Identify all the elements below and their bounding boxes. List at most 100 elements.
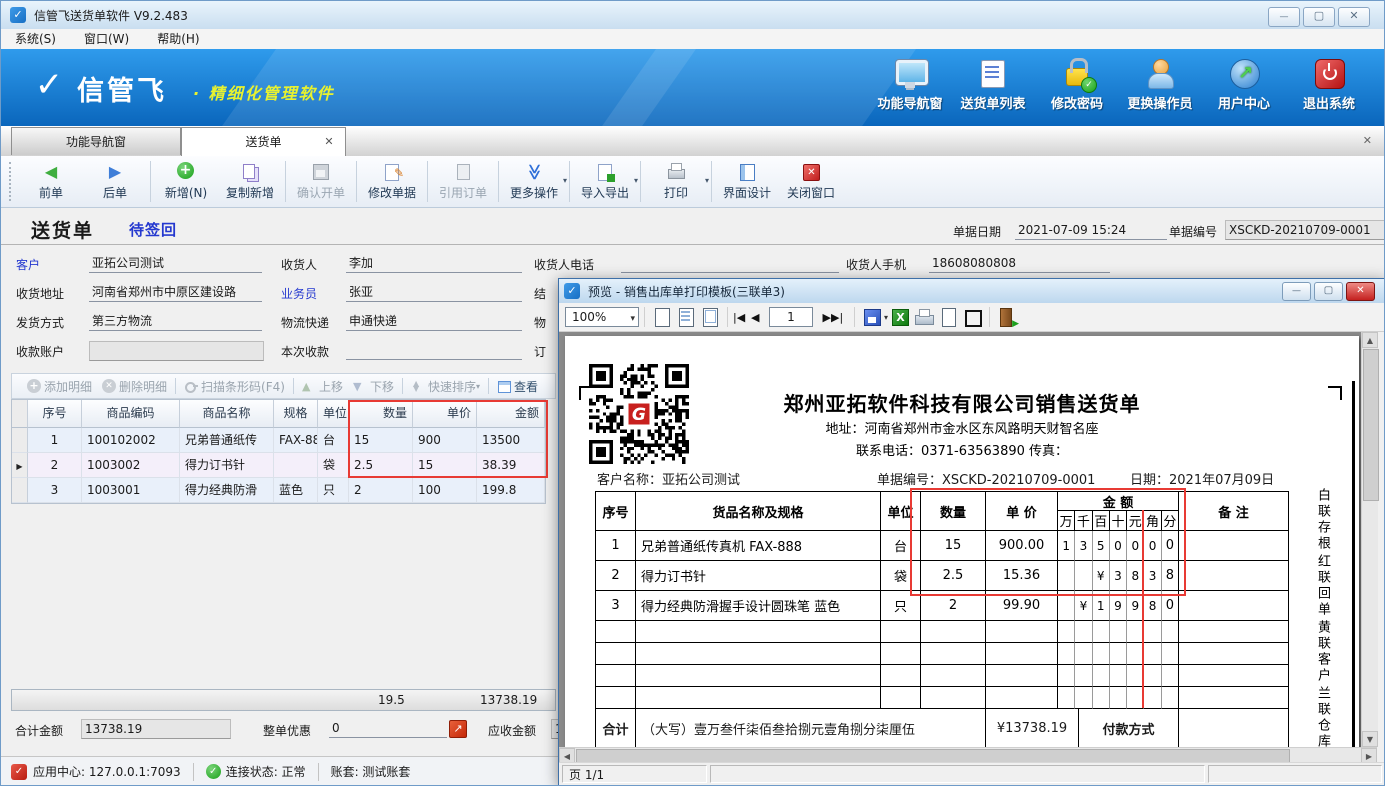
dropdown-arrow-icon[interactable] [563,176,567,185]
col-amount[interactable]: 金额 [477,400,545,428]
banner-action-change-password[interactable]: 修改密码 [1034,58,1120,118]
copy-new-button[interactable]: 复制新增 [218,156,282,207]
tab-close-icon[interactable] [323,136,335,148]
menu-window[interactable]: 窗口(W) [70,29,143,49]
pv-col-price: 单 价 [986,492,1058,531]
preview-horizontal-scrollbar[interactable]: ◀ ▶ [559,747,1377,763]
lock-icon [1060,58,1094,90]
scroll-up-icon[interactable]: ▲ [1362,332,1378,348]
add-icon [27,379,41,393]
whole-page-button[interactable] [651,306,673,328]
app-window: 信管飞送货单软件 V9.2.483 系统(S) 窗口(W) 帮助(H) 信管飞 … [0,0,1385,786]
banner-action-exit[interactable]: 退出系统 [1286,58,1372,118]
pv-payment-label: 付款方式 [1079,709,1179,747]
menu-help[interactable]: 帮助(H) [143,29,213,49]
brand-logo-icon [29,65,69,105]
col-qty[interactable]: 数量 [349,400,413,428]
col-unit[interactable]: 单位 [318,400,349,428]
margins-icon[interactable] [961,306,983,328]
print-button[interactable]: 打印 [644,156,708,207]
page-width-button[interactable] [675,306,697,328]
tabstrip-close-icon[interactable] [1363,134,1372,147]
actual-size-button[interactable] [699,306,721,328]
table-row[interactable]: 1 100102002 兄弟普通纸传 FAX-888 台 15 900 1350… [12,428,545,453]
receiver-tel-field[interactable] [621,254,839,273]
scrollbar-thumb[interactable] [1363,349,1379,501]
payment-label: 本次收款 [281,343,329,361]
table-row-current[interactable]: 2 1003002 得力订书针 袋 2.5 15 38.39 [12,453,545,478]
barcode-scanner-icon [184,379,198,393]
col-price[interactable]: 单价 [413,400,477,428]
next-page-button[interactable]: ▶ [813,311,831,324]
bill-date-field[interactable]: 2021-07-09 15:24 [1015,221,1167,240]
salesman-field[interactable]: 张亚 [346,283,522,302]
tab-delivery-order[interactable]: 送货单 [181,127,346,157]
banner-action-user-center[interactable]: 用户中心 [1201,58,1287,118]
receiver-mobile-field[interactable]: 18608080808 [929,254,1110,273]
banner-action-delivery-list[interactable]: 送货单列表 [950,58,1036,118]
status-panel [1208,765,1382,783]
exit-preview-icon[interactable] [996,306,1018,328]
first-page-button[interactable]: |◀ [733,311,751,324]
maximize-button[interactable] [1303,7,1335,27]
save-icon[interactable] [861,306,883,328]
page-setup-icon[interactable] [937,306,959,328]
modify-bill-button[interactable]: 修改单据 [360,156,424,207]
power-icon [1312,58,1346,90]
close-window-button[interactable]: 关闭窗口 [779,156,843,207]
discount-field[interactable]: 0 [329,719,447,738]
customer-field[interactable]: 亚拓公司测试 [89,254,262,273]
col-no[interactable]: 序号 [28,400,82,428]
dropdown-arrow-icon[interactable] [705,176,709,185]
ship-method-field[interactable]: 第三方物流 [89,312,262,331]
preview-restore-button[interactable] [1314,282,1343,301]
view-product-button[interactable]: 查看 [497,378,538,395]
import-export-button[interactable]: 导入导出 [573,156,637,207]
minimize-button[interactable] [1268,7,1300,27]
col-spec[interactable]: 规格 [274,400,318,428]
prev-page-button[interactable]: ◀ [751,311,769,324]
table-row[interactable]: 3 1003001 得力经典防滑 蓝色 只 2 100 199.8 [12,478,545,503]
banner-action-nav[interactable]: 功能导航窗 [867,58,953,118]
preview-total-row: 合计 （大写）壹万叁仟柒佰叁拾捌元壹角捌分柒厘伍 ¥13738.19 付款方式 [596,709,1288,747]
new-bill-button[interactable]: 新增(N) [154,156,218,207]
copy-label-white: 白联存根 [1313,488,1332,552]
preview-vertical-scrollbar[interactable]: ▲ ▼ [1361,332,1378,747]
col-code[interactable]: 商品编码 [82,400,180,428]
pv-col-no: 序号 [596,492,636,531]
address-field[interactable]: 河南省郑州市中原区建设路 [89,283,262,302]
preview-company-title: 郑州亚拓软件科技有限公司销售送货单 [565,388,1359,417]
scroll-down-icon[interactable]: ▼ [1362,731,1378,747]
banner-action-switch-operator[interactable]: 更换操作员 [1117,58,1203,118]
move-down-button: 下移 [353,378,394,395]
printer-icon[interactable] [913,306,935,328]
receiver-field[interactable]: 李加 [346,254,522,273]
close-button[interactable] [1338,7,1370,27]
payment-field[interactable] [346,341,522,360]
dropdown-arrow-icon[interactable]: ▾ [884,313,888,322]
next-bill-button[interactable]: 后单 [83,156,147,207]
bill-no-label: 单据编号 [1169,223,1217,241]
remove-icon [102,379,116,393]
preview-minimize-button[interactable] [1282,282,1311,301]
ui-design-button[interactable]: 界面设计 [715,156,779,207]
preview-close-button[interactable] [1346,282,1375,301]
tab-nav-window[interactable]: 功能导航窗 [11,127,181,155]
last-page-button[interactable]: ▶| [831,311,849,324]
col-name[interactable]: 商品名称 [180,400,274,428]
tab-strip: 功能导航窗 送货单 [1,126,1384,157]
prev-bill-button[interactable]: 前单 [19,156,83,207]
preview-status-bar: 页 1/1 [559,762,1385,785]
zoom-select[interactable]: 100% [565,307,639,327]
logistics-field[interactable]: 申通快递 [346,312,522,331]
page-number-field[interactable]: 1 [769,307,813,327]
discount-action-icon[interactable] [449,720,467,738]
brand-name: 信管飞 [77,69,167,108]
more-operations-button[interactable]: 更多操作 [502,156,566,207]
dropdown-arrow-icon[interactable] [634,176,638,185]
add-icon [176,162,196,182]
status-panel [710,765,1205,783]
menu-system[interactable]: 系统(S) [1,29,70,49]
export-excel-icon[interactable] [889,306,911,328]
receiver-label: 收货人 [281,256,317,274]
